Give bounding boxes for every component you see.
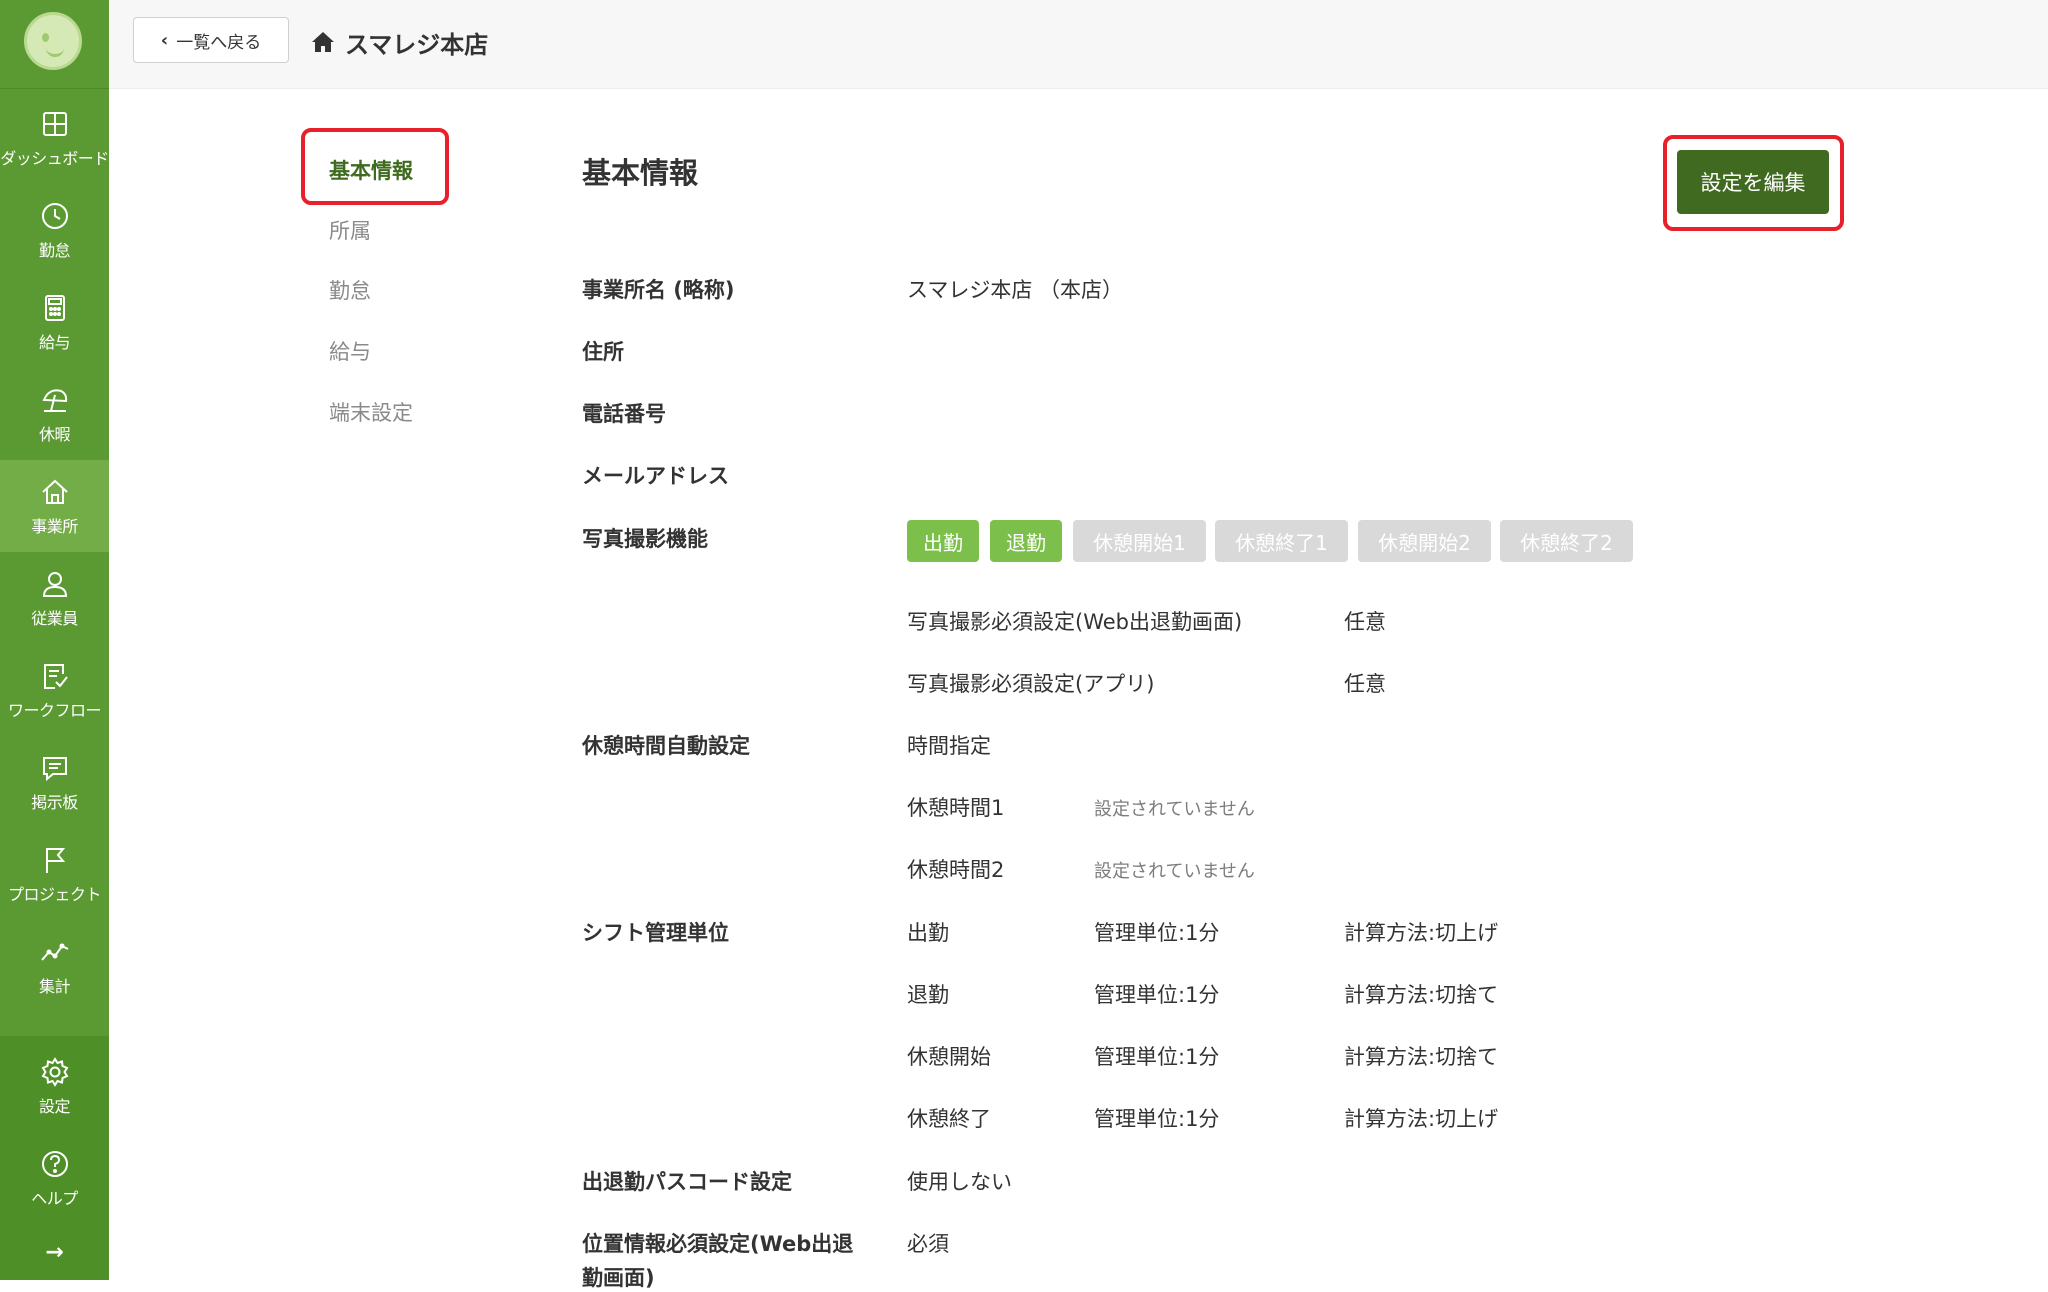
break-auto-label: 休憩時間自動設定 xyxy=(582,734,750,758)
top-bar: ‹ 一覧へ戻る スマレジ本店 xyxy=(109,0,2048,89)
shift-row-name: 出勤 xyxy=(907,921,949,945)
photo-web-required-label: 写真撮影必須設定(Web出退勤画面) xyxy=(907,610,1243,634)
logo-area xyxy=(0,0,109,89)
sidebar-item-project[interactable]: プロジェクト xyxy=(0,828,109,920)
sidebar-item-label: 掲示板 xyxy=(31,792,78,812)
break-time-1-label: 休憩時間1 xyxy=(907,796,1005,820)
photo-tag-clock-in: 出勤 xyxy=(907,520,979,562)
subnav-payroll[interactable]: 給与 xyxy=(329,336,371,366)
shift-row-unit: 管理単位:1分 xyxy=(1094,921,1220,945)
sidebar-item-settings[interactable]: 設定 xyxy=(0,1040,109,1132)
phone-label: 電話番号 xyxy=(582,402,666,426)
email-label: メールアドレス xyxy=(582,464,729,488)
sidebar: ダッシュボード 勤怠 給与 休暇 事業所 従業員 ワークフロー 掲示板 プロジェ… xyxy=(0,0,109,1280)
sidebar-item-workflow[interactable]: ワークフロー xyxy=(0,644,109,736)
dashboard-icon xyxy=(42,111,67,136)
subnav-attendance[interactable]: 勤怠 xyxy=(329,275,371,305)
back-to-list-button[interactable]: ‹ 一覧へ戻る xyxy=(133,17,289,63)
sidebar-item-attendance[interactable]: 勤怠 xyxy=(0,184,109,276)
location-required-label-cont: 勤画面) xyxy=(582,1266,655,1290)
shift-row-method: 計算方法:切上げ xyxy=(1344,1107,1499,1131)
sidebar-item-board[interactable]: 掲示板 xyxy=(0,736,109,828)
sidebar-item-label: ヘルプ xyxy=(31,1188,78,1208)
home-icon xyxy=(41,479,68,504)
passcode-value: 使用しない xyxy=(907,1170,1012,1194)
shift-row-method: 計算方法:切捨て xyxy=(1344,983,1499,1007)
office-name-value: スマレジ本店 （本店） xyxy=(907,278,1124,302)
photo-tag-break-start-2: 休憩開始2 xyxy=(1358,520,1491,562)
message-board-icon xyxy=(42,756,67,781)
sidebar-item-help[interactable]: ヘルプ xyxy=(0,1132,109,1224)
sidebar-item-payroll[interactable]: 給与 xyxy=(0,276,109,368)
store-name: スマレジ本店 xyxy=(345,30,489,59)
shift-row-unit: 管理単位:1分 xyxy=(1094,1107,1220,1131)
person-icon xyxy=(42,571,67,597)
shift-row-name: 休憩終了 xyxy=(907,1107,991,1131)
section-title: 基本情報 xyxy=(582,156,699,190)
sidebar-item-label: 設定 xyxy=(38,1096,71,1116)
flag-icon xyxy=(45,847,65,873)
shift-row-unit: 管理単位:1分 xyxy=(1094,1045,1220,1069)
photo-app-required-value: 任意 xyxy=(1344,672,1386,696)
sidebar-item-dashboard[interactable]: ダッシュボード xyxy=(0,92,109,184)
passcode-label: 出退勤パスコード設定 xyxy=(582,1170,792,1194)
back-button-label: 一覧へ戻る xyxy=(176,32,262,53)
sidebar-item-label: 給与 xyxy=(38,332,71,352)
sidebar-item-label: ワークフロー xyxy=(7,700,102,720)
sidebar-item-label: ダッシュボード xyxy=(0,148,109,168)
photo-tag-break-end-1: 休憩終了1 xyxy=(1215,520,1348,562)
calculator-icon xyxy=(44,294,65,321)
shift-row-method: 計算方法:切捨て xyxy=(1344,1045,1499,1069)
photo-tag-break-start-1: 休憩開始1 xyxy=(1073,520,1206,562)
sidebar-item-employees[interactable]: 従業員 xyxy=(0,552,109,644)
location-required-value: 必須 xyxy=(907,1232,949,1256)
sidebar-divider xyxy=(0,1030,109,1036)
sidebar-item-label: 集計 xyxy=(38,976,71,996)
line-chart-icon xyxy=(40,943,68,961)
shift-row-name: 退勤 xyxy=(907,983,949,1007)
photo-app-required-label: 写真撮影必須設定(アプリ) xyxy=(907,672,1155,696)
office-name-label: 事業所名 (略称) xyxy=(582,278,735,302)
sidebar-item-label: 事業所 xyxy=(31,516,78,536)
sidebar-item-leave[interactable]: 休暇 xyxy=(0,368,109,460)
address-label: 住所 xyxy=(582,340,624,364)
break-auto-value: 時間指定 xyxy=(907,734,991,758)
beach-umbrella-icon xyxy=(42,388,67,412)
shift-row-unit: 管理単位:1分 xyxy=(1094,983,1220,1007)
edit-settings-button[interactable]: 設定を編集 xyxy=(1677,150,1829,214)
break-time-1-value: 設定されていません xyxy=(1094,799,1255,820)
home-icon xyxy=(312,32,334,52)
chevron-left-icon: ‹ xyxy=(160,29,169,51)
clock-icon xyxy=(41,202,68,229)
sidebar-item-label: 勤怠 xyxy=(38,240,71,260)
photo-web-required-value: 任意 xyxy=(1344,610,1386,634)
sidebar-item-label: 従業員 xyxy=(31,608,78,628)
subnav-basic-info[interactable]: 基本情報 xyxy=(329,155,413,185)
smiley-logo-icon[interactable] xyxy=(24,12,82,70)
sidebar-item-label: 休暇 xyxy=(38,424,71,444)
sidebar-item-label: プロジェクト xyxy=(7,884,102,904)
location-required-label: 位置情報必須設定(Web出退 xyxy=(582,1232,854,1256)
page-title: スマレジ本店 xyxy=(311,22,488,62)
subnav-device-settings[interactable]: 端末設定 xyxy=(329,397,413,427)
sidebar-item-reports[interactable]: 集計 xyxy=(0,920,109,1012)
photo-tag-break-end-2: 休憩終了2 xyxy=(1500,520,1633,562)
checklist-icon xyxy=(43,663,68,689)
break-time-2-label: 休憩時間2 xyxy=(907,858,1005,882)
expand-sidebar-arrow-icon[interactable]: → xyxy=(0,1232,109,1272)
shift-row-name: 休憩開始 xyxy=(907,1045,991,1069)
help-icon xyxy=(41,1150,68,1177)
subnav-affiliation[interactable]: 所属 xyxy=(329,215,371,245)
photo-function-label: 写真撮影機能 xyxy=(582,527,708,551)
shift-unit-label: シフト管理単位 xyxy=(582,921,729,945)
sidebar-item-office[interactable]: 事業所 xyxy=(0,460,109,552)
photo-tag-clock-out: 退勤 xyxy=(990,520,1062,562)
shift-row-method: 計算方法:切上げ xyxy=(1344,921,1499,945)
gear-icon xyxy=(41,1056,68,1087)
break-time-2-value: 設定されていません xyxy=(1094,861,1255,882)
